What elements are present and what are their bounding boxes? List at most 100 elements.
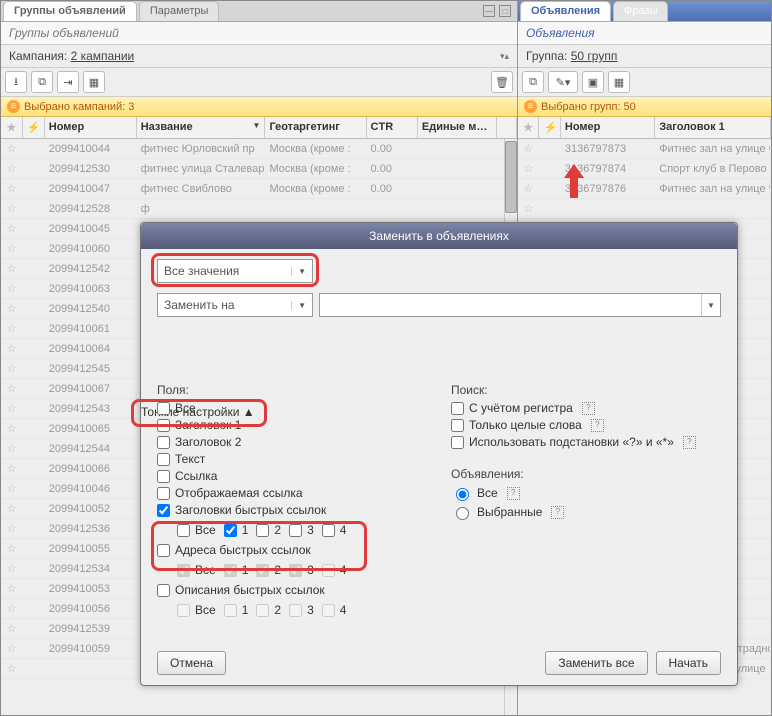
check-qlinks-titles[interactable]: Заголовки быстрых ссылок [157,503,427,517]
table-row[interactable]: ☆3136797873Фитнес зал на улице С [518,139,771,159]
check-whole-words[interactable]: Только целые слова? [451,418,721,432]
radio-ads-selected[interactable]: Выбранные? [451,504,721,520]
selection-info-text: Выбрано кампаний: 3 [24,101,134,113]
scroll-thumb[interactable] [505,141,517,213]
table-row[interactable]: ☆3136797874Спорт клуб в Перово [518,159,771,179]
check-sub-4[interactable]: 4 [322,523,347,537]
check-sub-all: Все [177,563,216,577]
table-row[interactable]: ☆2099412528ф [1,199,517,219]
tab-phrases[interactable]: Фразы [613,1,668,21]
subhead-left: Группы объявлений [1,22,517,45]
check-sub-3: 3 [289,563,314,577]
minimize-icon[interactable]: — [483,5,495,17]
copy-button[interactable]: ⧉ [31,71,53,93]
search-label: Поиск: [451,383,721,397]
table-row[interactable]: ☆3136797876Фитнес зал на улице Ч [518,179,771,199]
col-extra[interactable]: Единые м… [418,117,497,138]
grid-button[interactable]: ▦ [83,71,105,93]
help-icon[interactable]: ? [507,487,520,500]
delete-button[interactable]: 🗑 [491,71,513,93]
star-column-icon[interactable]: ★ [7,122,17,134]
check-field-4[interactable]: Ссылка [157,469,427,483]
table-row[interactable]: ☆2099412530фитнес улица СталеварМосква (… [1,159,517,179]
toolbar-left: ⭳ ⧉ ⇥ ▦ 🗑 [1,68,517,97]
cancel-button[interactable]: Отмена [157,651,226,675]
col-ctr[interactable]: CTR [367,117,418,138]
subhead-right: Объявления [518,22,771,45]
start-button[interactable]: Начать [656,651,722,675]
selection-info-text: Выбрано групп: 50 [541,101,636,113]
maximize-icon[interactable]: □ [499,5,511,17]
edit-button[interactable]: ✎▾ [548,71,578,93]
selection-info-left: ≡ Выбрано кампаний: 3 [1,97,517,117]
check-qlinks-addr[interactable]: Адреса быстрых ссылок [157,543,427,557]
check-sub-3: 3 [289,603,314,617]
grid-header-right: ★ ⚡ Номер Заголовок 1 [518,117,771,139]
help-icon[interactable]: ? [582,402,595,415]
tab-ads[interactable]: Объявления [520,1,611,21]
fields-label: Поля: [157,383,427,397]
image-button[interactable]: ▣ [582,71,604,93]
star-column-icon[interactable]: ★ [523,122,533,134]
help-icon[interactable]: ? [591,419,604,432]
check-sub-1: 1 [224,603,249,617]
radio-ads-all[interactable]: Все? [451,485,721,501]
help-icon[interactable]: ? [551,506,564,519]
check-wildcards[interactable]: Использовать подстановки «?» и «*»? [451,435,721,449]
check-case[interactable]: С учётом регистра? [451,401,721,415]
status-icon: ≡ [7,100,20,113]
col-number[interactable]: Номер [561,117,655,138]
group-link[interactable]: 50 групп [571,49,618,63]
check-field-3[interactable]: Текст [157,452,427,466]
group-selector-row: Группа: 50 групп [518,45,771,68]
bolt-column-icon[interactable]: ⚡ [543,122,557,134]
check-field-5[interactable]: Отображаемая ссылка [157,486,427,500]
replace-modal: Заменить в объявлениях Все значения▼ Зам… [140,222,738,686]
grid-button[interactable]: ▦ [608,71,630,93]
replace-combo[interactable]: Заменить на▼ [157,293,313,317]
check-sub-2[interactable]: 2 [256,523,281,537]
group-label: Группа: [526,49,567,63]
ads-label: Объявления: [451,467,721,481]
replace-input[interactable]: ▼ [319,293,721,317]
grid-header-left: ★ ⚡ Номер Название▼ Геотаргетинг CTR Еди… [1,117,517,139]
export-button[interactable]: ⇥ [57,71,79,93]
modal-title: Заменить в объявлениях [141,223,737,249]
table-row[interactable]: ☆2099410044фитнес Юрловский прМосква (кр… [1,139,517,159]
check-sub-1: 1 [224,563,249,577]
check-sub-all[interactable]: Все [177,523,216,537]
check-sub-1[interactable]: 1 [224,523,249,537]
check-field-2[interactable]: Заголовок 2 [157,435,427,449]
table-row[interactable]: ☆ [518,199,771,219]
bolt-column-icon[interactable]: ⚡ [27,122,41,134]
campaign-label: Кампания: [9,49,67,63]
values-combo[interactable]: Все значения▼ [157,259,313,283]
check-sub-2: 2 [256,603,281,617]
download-button[interactable]: ⭳ [5,71,27,93]
col-number[interactable]: Номер [45,117,137,138]
col-title1[interactable]: Заголовок 1 [655,117,771,138]
tab-ad-groups[interactable]: Группы объявлений [3,1,137,21]
check-sub-all: Все [177,603,216,617]
expand-icon[interactable]: ▾▴ [500,51,509,62]
check-qlinks-desc[interactable]: Описания быстрых ссылок [157,583,427,597]
copy-button[interactable]: ⧉ [522,71,544,93]
replace-all-button[interactable]: Заменить все [545,651,647,675]
toolbar-right: ⧉ ✎▾ ▣ ▦ [518,68,771,97]
check-sub-4: 4 [322,563,347,577]
check-sub-3[interactable]: 3 [289,523,314,537]
check-sub-2: 2 [256,563,281,577]
table-row[interactable]: ☆2099410047фитнес СвибловоМосква (кроме … [1,179,517,199]
tab-parameters[interactable]: Параметры [139,1,220,21]
check-field-1[interactable]: Заголовок 1 [157,418,427,432]
help-icon[interactable]: ? [683,436,696,449]
campaign-link[interactable]: 2 кампании [71,49,135,63]
check-sub-4: 4 [322,603,347,617]
col-name[interactable]: Название▼ [137,117,266,138]
selection-info-right: ≡ Выбрано групп: 50 [518,97,771,117]
tabs-right: Объявления Фразы [518,1,771,22]
check-field-0[interactable]: Все [157,401,427,415]
col-geo[interactable]: Геотаргетинг [265,117,366,138]
campaign-selector-row: Кампания: 2 кампании ▾▴ [1,45,517,68]
status-icon: ≡ [524,100,537,113]
